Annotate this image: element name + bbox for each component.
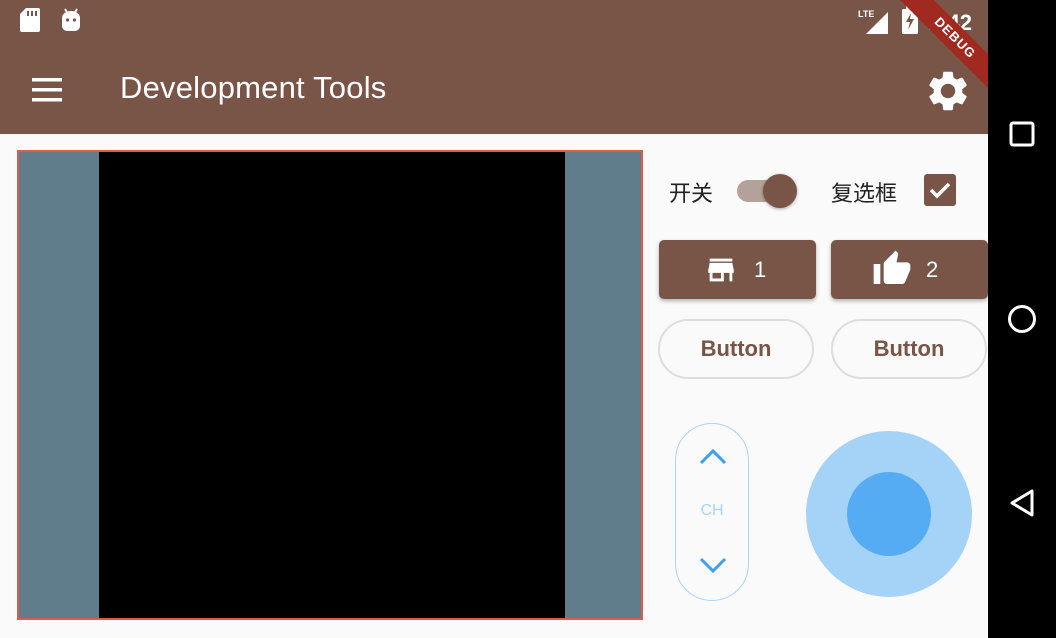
outline-button-1[interactable]: Button: [658, 319, 814, 379]
app-bar: Development Tools: [0, 45, 988, 134]
channel-stepper: CH: [675, 423, 749, 601]
android-debug-icon: [62, 8, 80, 31]
chevron-up-icon[interactable]: [698, 446, 728, 468]
store-button[interactable]: 1: [659, 240, 816, 299]
chevron-down-icon[interactable]: [698, 554, 728, 576]
channel-label: CH: [700, 502, 724, 519]
app-screen: LTE 1:42 Development Tools DEBUG 开关 复选框: [0, 0, 988, 638]
svg-text:LTE: LTE: [858, 9, 874, 19]
checkbox-label: 复选框: [831, 181, 898, 206]
store-icon: [708, 258, 734, 282]
recent-apps-icon[interactable]: [994, 106, 1050, 162]
page-title: Development Tools: [120, 70, 387, 105]
video-preview: [17, 150, 643, 620]
store-button-label: 1: [754, 257, 767, 282]
thumb-up-button-label: 2: [926, 257, 939, 282]
lte-signal-icon: LTE: [858, 9, 888, 34]
navigation-bar: [988, 0, 1056, 638]
joystick-knob[interactable]: [847, 472, 931, 556]
toggle-switch[interactable]: [737, 172, 799, 210]
thumb-up-button[interactable]: 2: [831, 240, 988, 299]
status-bar: LTE 1:42: [0, 0, 988, 45]
switch-label: 开关: [669, 181, 714, 206]
video-surface: [99, 152, 565, 618]
thumb-up-icon: [873, 250, 911, 284]
joystick-pad[interactable]: [806, 431, 972, 597]
outline-button-2[interactable]: Button: [831, 319, 987, 379]
home-icon[interactable]: [994, 291, 1050, 347]
check-icon: [929, 182, 951, 199]
back-icon[interactable]: [994, 475, 1050, 531]
checkbox[interactable]: [924, 174, 956, 206]
hamburger-menu-icon[interactable]: [18, 67, 74, 113]
sd-card-icon: [20, 8, 40, 32]
switch-thumb: [763, 174, 797, 208]
gear-icon[interactable]: [924, 67, 972, 115]
